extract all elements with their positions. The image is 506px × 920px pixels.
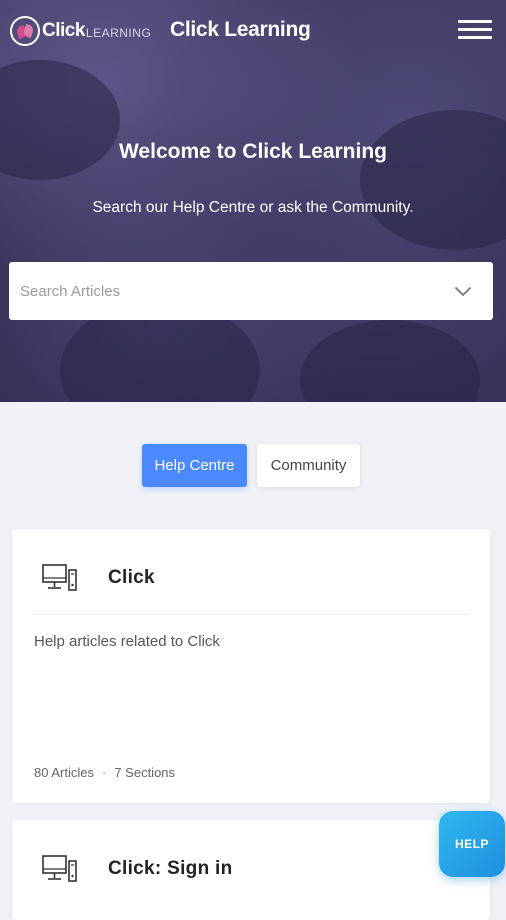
click-learning-logo[interactable]: Click LEARNING <box>10 14 151 48</box>
meta-separator: · <box>101 765 107 780</box>
chevron-down-icon[interactable] <box>433 262 493 320</box>
help-button[interactable]: HELP <box>439 811 505 877</box>
article-count: 80 Articles <box>34 765 94 780</box>
hero-title: Welcome to Click Learning <box>118 140 387 163</box>
search-bar <box>9 262 493 320</box>
computer-icon <box>42 854 78 884</box>
logo-text-primary: Click <box>42 20 85 41</box>
logo-leaf-icon <box>10 16 40 46</box>
hero-banner: Click LEARNING Click Learning Welcome to… <box>0 0 506 402</box>
category-card-click[interactable]: Click Help articles related to Click 80 … <box>12 529 490 803</box>
category-title: Click <box>108 567 155 588</box>
category-meta: 80 Articles · 7 Sections <box>34 765 175 780</box>
category-description: Help articles related to Click <box>34 633 220 650</box>
search-articles-input[interactable] <box>9 262 433 320</box>
tab-community[interactable]: Community <box>257 444 360 487</box>
tab-help-centre[interactable]: Help Centre <box>142 444 247 487</box>
hero-background-shape <box>300 320 480 402</box>
hamburger-menu-icon[interactable] <box>458 20 492 40</box>
hero-background-shape <box>360 110 506 250</box>
site-title: Click Learning <box>170 18 311 41</box>
computer-icon <box>42 563 78 593</box>
logo-text-secondary: LEARNING <box>85 25 152 40</box>
section-count: 7 Sections <box>114 765 176 780</box>
category-title: Click: Sign in <box>108 858 233 879</box>
top-navigation-bar: Click LEARNING Click Learning <box>0 0 506 62</box>
category-card-click-sign-in[interactable]: Click: Sign in <box>12 820 490 920</box>
section-tabs: Help Centre Community <box>0 444 506 488</box>
card-divider <box>33 614 468 615</box>
hero-subtitle: Search our Help Centre or ask the Commun… <box>92 199 414 216</box>
